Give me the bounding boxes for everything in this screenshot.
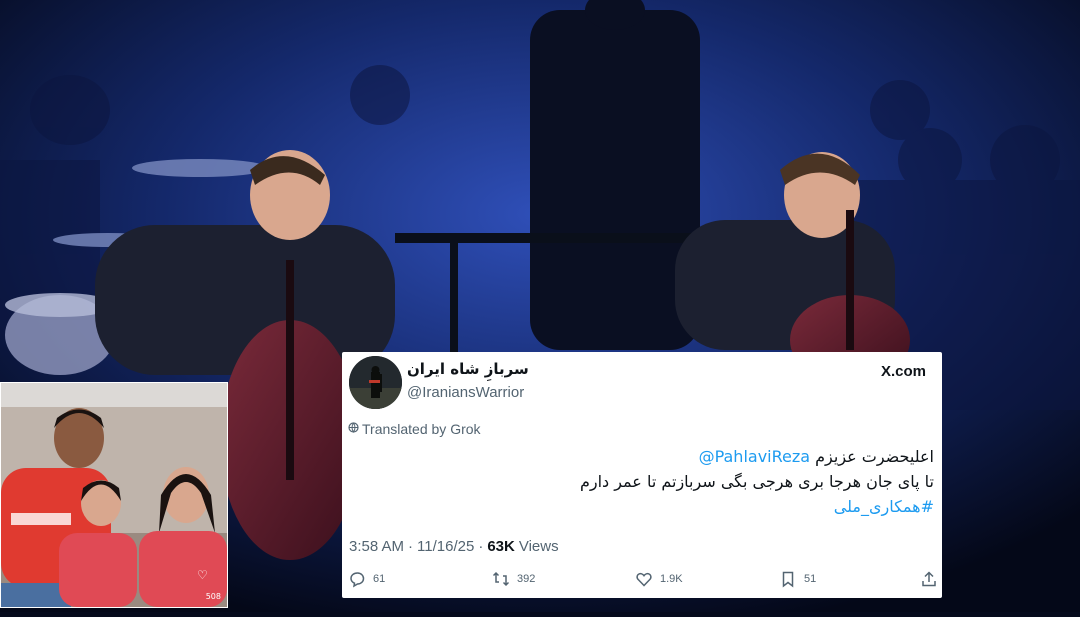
- views-label: Views: [518, 538, 559, 555]
- tweet-time[interactable]: 3:58 AM: [349, 538, 404, 555]
- tweet-body-line1-text: اعلیحضرت عزیزم: [815, 447, 934, 466]
- like-button[interactable]: 1.9K: [635, 569, 683, 589]
- tweet-body-line-1: اعلیحضرت عزیزم @PahlaviReza: [354, 444, 934, 469]
- translated-by-grok[interactable]: Translated by Grok: [348, 421, 481, 437]
- x-com-brand: X.com: [881, 363, 926, 380]
- repost-icon: [492, 570, 510, 588]
- share-icon: [920, 570, 938, 588]
- user-handle[interactable]: @IraniansWarrior: [407, 384, 524, 401]
- globe-icon: [348, 422, 359, 436]
- tweet-actions: 61 392 1.9K 51: [348, 569, 936, 589]
- like-icon: [635, 570, 653, 588]
- soldier-avatar-icon[interactable]: [349, 356, 402, 409]
- bookmark-count: 51: [804, 573, 817, 585]
- tweet-body: اعلیحضرت عزیزم @PahlaviReza تا پای جان ه…: [354, 444, 934, 519]
- meta-separator-2: ·: [478, 538, 484, 555]
- source-brand-label: X.com: [880, 363, 926, 380]
- photo-counter: 508: [205, 592, 221, 601]
- mention-link[interactable]: @PahlaviReza: [699, 447, 810, 466]
- tweet-meta: 3:58 AM · 11/16/25 · 63K Views: [349, 538, 559, 555]
- like-count: 1.9K: [660, 573, 683, 585]
- repost-button[interactable]: 392: [492, 569, 535, 589]
- family-photo: ♡ 508: [0, 382, 228, 608]
- share-button[interactable]: [920, 569, 938, 589]
- tweet-date[interactable]: 11/16/25: [417, 538, 474, 555]
- tweet-body-line-2: تا پای جان هرجا بری هرجی بگی سربازتم تا …: [579, 472, 934, 491]
- tweet-card[interactable]: سربازِ شاه ایران @IraniansWarrior X.com …: [342, 352, 942, 598]
- translated-label: Translated by Grok: [362, 421, 481, 437]
- reply-icon: [348, 570, 366, 588]
- views-count: 63K: [487, 538, 515, 555]
- reply-count: 61: [373, 573, 386, 585]
- repost-count: 392: [517, 573, 536, 585]
- meta-separator: ·: [408, 538, 414, 555]
- bookmark-icon: [779, 570, 797, 588]
- hashtag-link[interactable]: #همکاری_ملی: [354, 494, 934, 519]
- bookmark-button[interactable]: 51: [779, 569, 816, 589]
- display-name[interactable]: سربازِ شاه ایران: [407, 360, 529, 378]
- reply-button[interactable]: 61: [348, 569, 385, 589]
- svg-text:♡: ♡: [197, 568, 208, 582]
